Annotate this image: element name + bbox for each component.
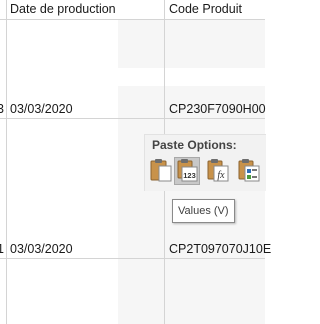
date-cell[interactable]: 03/03/2020 [10, 242, 73, 256]
row-divider-header [0, 19, 265, 20]
code-cell[interactable]: CP230F7090H00 [169, 102, 266, 116]
code-cell[interactable]: CP2T097070J10E [169, 242, 271, 256]
row-edge-cell[interactable]: 3 [0, 102, 4, 116]
code-produit-header[interactable]: Code Produit [169, 2, 242, 16]
date-cell[interactable]: 03/03/2020 [10, 102, 73, 116]
row-edge-cell[interactable]: 1 [0, 242, 4, 256]
values-tooltip: Values (V) [172, 199, 235, 223]
paste-values-icon[interactable]: 123 [174, 157, 200, 185]
formulas-badge: fx [217, 170, 225, 181]
column-divider-a [6, 0, 7, 324]
row-divider-2 [0, 258, 265, 259]
values-badge: 123 [183, 171, 196, 180]
code-column-shade-top [118, 20, 265, 68]
paste-icon[interactable] [148, 157, 174, 185]
row-divider-1 [0, 118, 265, 119]
paste-formulas-icon[interactable]: fx [205, 157, 231, 185]
date-production-header[interactable]: Date de production [10, 2, 116, 16]
paste-options-title: Paste Options: [152, 138, 237, 152]
paste-options-panel: Paste Options: 123 fx [144, 134, 266, 191]
paste-formatting-icon[interactable] [236, 157, 262, 185]
